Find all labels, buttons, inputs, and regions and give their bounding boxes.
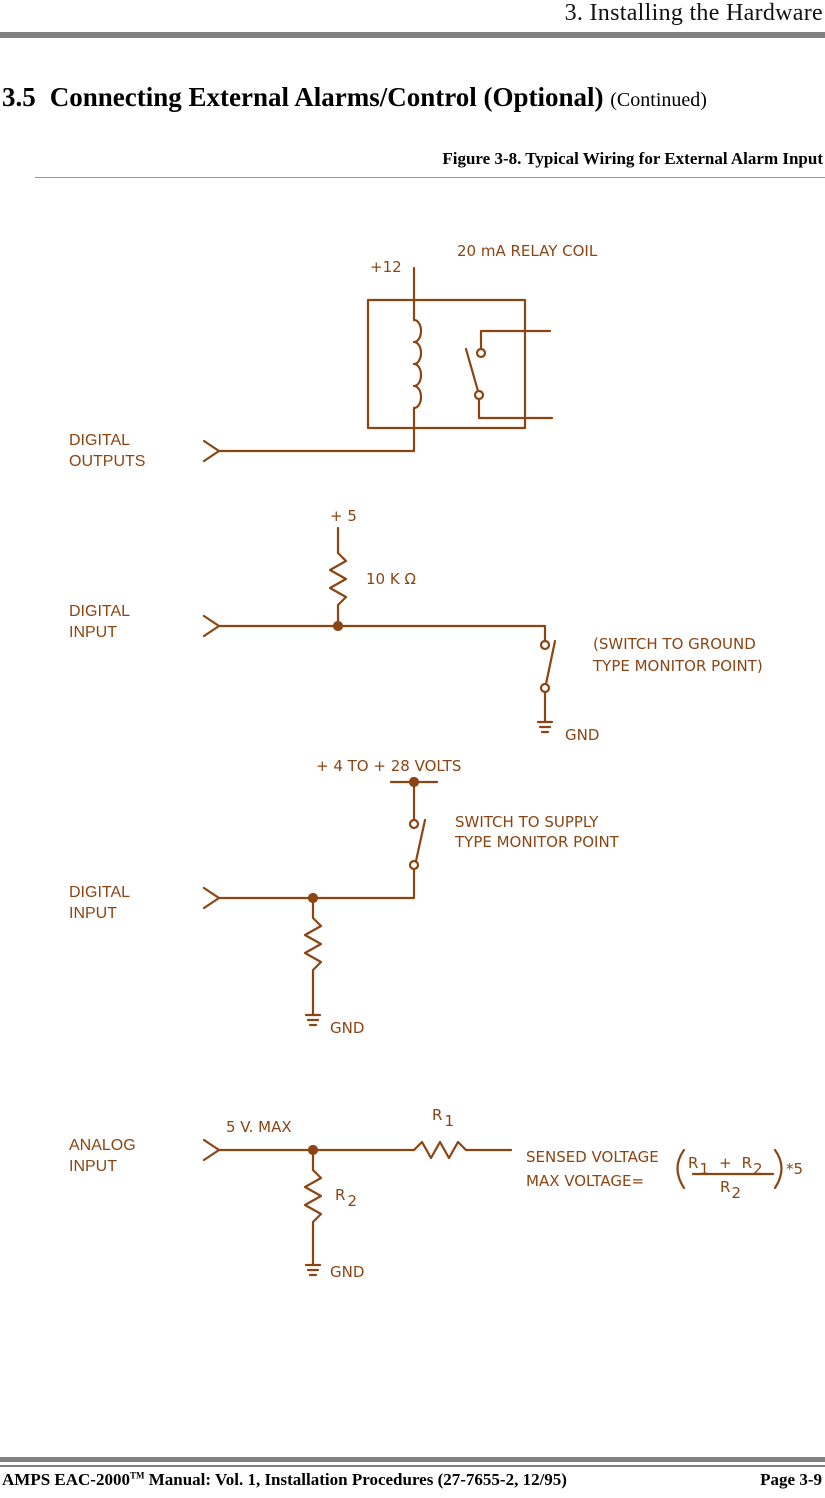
an-formula-denominator: R2	[720, 1178, 741, 1202]
gs-ground-label: GND	[565, 726, 599, 744]
gs-resistor-label: 10 K Ω	[366, 570, 416, 588]
gs-supply-label: + 5	[330, 507, 357, 525]
ss-supply-label: + 4 TO + 28 VOLTS	[316, 757, 461, 775]
ss-side-label-2: INPUT	[69, 905, 117, 922]
ground-icon	[536, 720, 554, 734]
an-side-label-1: ANALOG	[69, 1137, 136, 1154]
relay-supply-label: +12	[370, 258, 402, 276]
ss-ground-label: GND	[330, 1019, 364, 1037]
footer-rule-thick	[0, 1457, 825, 1462]
digital-input-connector-icon	[202, 614, 221, 638]
pullup-resistor-icon	[328, 551, 348, 628]
an-formula-prefix: MAX VOLTAGE=	[526, 1172, 644, 1190]
switch-contact-top	[539, 639, 551, 651]
footer-page-number: Page 3-9	[760, 1470, 822, 1489]
relay-coil-icon	[412, 318, 423, 410]
junction-dot	[332, 620, 344, 632]
an-formula-multiplier: *5	[786, 1160, 803, 1178]
formula-left-paren	[676, 1148, 686, 1190]
gs-side-label-2: INPUT	[69, 624, 117, 641]
an-r1-label: R1	[432, 1106, 454, 1130]
pulldown-resistor-icon	[303, 896, 323, 1017]
ss-note-line-2: TYPE MONITOR POINT	[454, 833, 620, 851]
ss-side-label-1: DIGITAL	[69, 884, 130, 901]
gs-side-label-1: DIGITAL	[69, 603, 130, 620]
switch-contact-top	[408, 818, 420, 830]
relay-switch-blade	[464, 347, 480, 393]
gs-note-line-1: (SWITCH TO GROUND	[593, 635, 756, 653]
footer-manual: AMPS EAC-2000	[2, 1470, 130, 1489]
ground-icon	[304, 1013, 322, 1027]
relay-contact-bottom-wire	[477, 397, 554, 420]
ground-icon	[304, 1263, 322, 1277]
footer: AMPS EAC-2000TM Manual: Vol. 1, Installa…	[2, 1470, 822, 1490]
relay-side-label-1: DIGITAL	[69, 432, 130, 449]
relay-title-label: 20 mA RELAY COIL	[457, 242, 598, 260]
relay-contact-bottom	[473, 389, 485, 401]
output-wire	[217, 406, 416, 453]
an-sensed-label: SENSED VOLTAGE	[526, 1148, 659, 1166]
analog-input-connector-icon	[202, 1138, 221, 1162]
relay-side-label-2: OUTPUTS	[69, 453, 145, 470]
switch-contact-bottom	[539, 682, 551, 694]
r2-resistor-icon	[303, 1148, 323, 1267]
switch-contact-bottom	[408, 859, 420, 871]
relay-circuit	[202, 266, 554, 463]
digital-input-connector-icon	[202, 886, 221, 910]
gs-note-line-2: TYPE MONITOR POINT)	[592, 657, 763, 675]
wiring-diagram: DIGITAL OUTPUTS +12 20 mA RELAY COIL DIG…	[69, 242, 803, 1281]
digital-output-connector-icon	[202, 439, 221, 463]
footer-rule-thin	[0, 1465, 825, 1467]
ss-note-line-1: SWITCH TO SUPPLY	[455, 813, 599, 831]
footer-rest: Manual: Vol. 1, Installation Procedures …	[144, 1470, 567, 1489]
an-r2-label: R2	[335, 1186, 357, 1210]
relay-box	[366, 298, 527, 430]
r1-resistor-icon	[412, 1140, 513, 1160]
footer-tm: TM	[129, 1470, 145, 1481]
formula-right-paren	[773, 1148, 783, 1190]
relay-contact-top	[475, 347, 487, 359]
relay-contact-top-wire	[479, 329, 552, 351]
ground-switch-circuit	[202, 526, 557, 734]
an-ground-label: GND	[330, 1263, 364, 1281]
input-wire	[217, 624, 547, 643]
an-side-label-2: INPUT	[69, 1158, 117, 1175]
input-wire	[217, 867, 416, 900]
an-max-label: 5 V. MAX	[226, 1118, 292, 1136]
supply-switch-circuit	[202, 776, 439, 1027]
